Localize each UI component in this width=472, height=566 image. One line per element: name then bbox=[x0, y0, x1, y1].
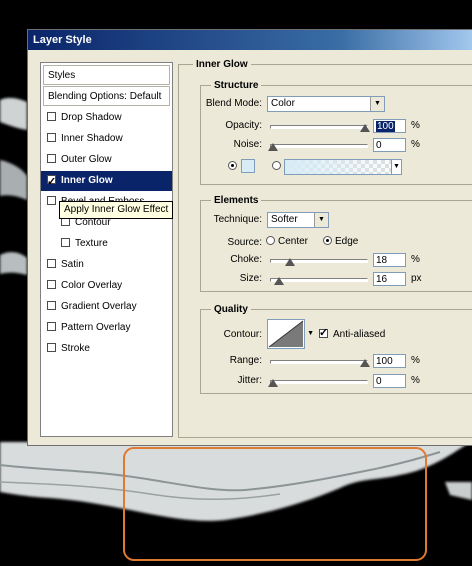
style-item-drop-shadow[interactable]: Drop Shadow bbox=[41, 108, 172, 128]
size-unit: px bbox=[411, 273, 422, 284]
pattern-overlay-checkbox[interactable] bbox=[47, 322, 56, 331]
style-item-inner-shadow[interactable]: Inner Shadow bbox=[41, 129, 172, 149]
elements-legend: Elements bbox=[211, 195, 262, 206]
technique-value: Softer bbox=[271, 214, 298, 225]
gradient-overlay-checkbox[interactable] bbox=[47, 301, 56, 310]
source-edge-option[interactable]: Edge bbox=[323, 236, 358, 247]
range-slider-thumb[interactable] bbox=[360, 359, 370, 367]
chevron-down-icon: ▼ bbox=[314, 213, 328, 227]
source-label: Source: bbox=[227, 237, 262, 248]
style-item-texture[interactable]: Texture bbox=[41, 234, 172, 254]
opacity-slider[interactable] bbox=[270, 125, 368, 129]
chevron-down-icon: ▼ bbox=[307, 330, 314, 337]
styles-header[interactable]: Styles bbox=[43, 65, 170, 85]
antialiased-option[interactable]: Anti-aliased bbox=[319, 326, 386, 340]
opacity-label: Opacity: bbox=[225, 120, 262, 131]
stroke-checkbox[interactable] bbox=[47, 343, 56, 352]
noise-label: Noise: bbox=[233, 139, 262, 150]
blend-mode-label: Blend Mode: bbox=[205, 98, 262, 109]
jitter-label: Jitter: bbox=[237, 375, 262, 386]
size-slider-thumb[interactable] bbox=[273, 277, 284, 285]
blending-options-item[interactable]: Blending Options: Default bbox=[43, 86, 170, 106]
choke-slider-thumb[interactable] bbox=[284, 258, 295, 266]
range-slider[interactable] bbox=[270, 360, 368, 364]
style-item-label: Color Overlay bbox=[61, 280, 123, 291]
technique-label: Technique: bbox=[213, 214, 262, 225]
contour-curve-icon bbox=[268, 320, 304, 348]
jitter-slider-thumb[interactable] bbox=[268, 379, 278, 387]
blend-mode-select[interactable]: Color ▼ bbox=[267, 96, 385, 112]
structure-legend: Structure bbox=[211, 80, 262, 91]
dialog-title: Layer Style bbox=[28, 30, 472, 50]
style-item-label: Satin bbox=[61, 259, 84, 270]
choke-label: Choke: bbox=[230, 254, 262, 265]
size-input[interactable]: 16 bbox=[373, 272, 406, 286]
style-item-outer-glow[interactable]: Outer Glow bbox=[41, 150, 172, 170]
texture-checkbox[interactable] bbox=[61, 238, 70, 247]
noise-slider[interactable] bbox=[270, 144, 368, 148]
noise-unit: % bbox=[411, 139, 420, 150]
layer-style-dialog: Layer Style Styles Blending Options: Def… bbox=[27, 29, 472, 446]
opacity-unit: % bbox=[411, 120, 420, 131]
glow-gradient-picker[interactable]: ▼ bbox=[284, 159, 402, 175]
solid-color-radio[interactable] bbox=[228, 161, 237, 170]
style-item-label: Inner Glow bbox=[61, 175, 113, 186]
style-item-stroke[interactable]: Stroke bbox=[41, 339, 172, 359]
range-label: Range: bbox=[229, 355, 262, 366]
style-item-label: Texture bbox=[75, 238, 108, 249]
style-item-satin[interactable]: Satin bbox=[41, 255, 172, 275]
styles-list: Styles Blending Options: Default Drop Sh… bbox=[40, 62, 173, 437]
choke-unit: % bbox=[411, 254, 420, 265]
style-item-label: Inner Shadow bbox=[61, 133, 123, 144]
blend-mode-value: Color bbox=[271, 98, 295, 109]
inner-glow-checkbox[interactable] bbox=[47, 172, 56, 192]
tooltip: Apply Inner Glow Effect bbox=[59, 201, 174, 219]
inner-shadow-checkbox[interactable] bbox=[47, 133, 56, 142]
noise-input[interactable]: 0 bbox=[373, 138, 406, 152]
size-label: Size: bbox=[239, 273, 262, 284]
satin-checkbox[interactable] bbox=[47, 259, 56, 268]
gradient-radio[interactable] bbox=[272, 161, 281, 170]
antialiased-label: Anti-aliased bbox=[333, 329, 386, 340]
choke-input[interactable]: 18 bbox=[373, 253, 406, 267]
bevel-emboss-checkbox[interactable] bbox=[47, 196, 56, 205]
jitter-slider[interactable] bbox=[270, 380, 368, 384]
range-input[interactable]: 100 bbox=[373, 354, 406, 368]
contour-picker[interactable]: ▼ bbox=[267, 319, 314, 349]
inner-glow-title: Inner Glow bbox=[193, 59, 251, 70]
noise-slider-thumb[interactable] bbox=[268, 143, 278, 151]
technique-select[interactable]: Softer ▼ bbox=[267, 212, 329, 228]
color-overlay-checkbox[interactable] bbox=[47, 280, 56, 289]
style-item-label: Drop Shadow bbox=[61, 112, 122, 123]
drop-shadow-checkbox[interactable] bbox=[47, 112, 56, 121]
style-item-gradient-overlay[interactable]: Gradient Overlay bbox=[41, 297, 172, 317]
style-item-inner-glow[interactable]: Inner Glow bbox=[41, 171, 172, 192]
jitter-input[interactable]: 0 bbox=[373, 374, 406, 388]
glow-color-swatch[interactable] bbox=[241, 159, 255, 173]
size-slider[interactable] bbox=[270, 278, 368, 282]
antialiased-checkbox[interactable] bbox=[319, 326, 328, 339]
opacity-slider-thumb[interactable] bbox=[360, 124, 370, 132]
chevron-down-icon: ▼ bbox=[391, 159, 402, 175]
opacity-input[interactable]: 100 bbox=[373, 119, 406, 133]
outer-glow-checkbox[interactable] bbox=[47, 154, 56, 163]
source-center-label: Center bbox=[278, 236, 309, 247]
chevron-down-icon: ▼ bbox=[370, 97, 384, 111]
range-unit: % bbox=[411, 355, 420, 366]
style-item-label: Gradient Overlay bbox=[61, 301, 137, 312]
source-edge-radio[interactable] bbox=[323, 236, 332, 245]
jitter-unit: % bbox=[411, 375, 420, 386]
style-item-color-overlay[interactable]: Color Overlay bbox=[41, 276, 172, 296]
style-item-label: Stroke bbox=[61, 343, 90, 354]
source-center-option[interactable]: Center bbox=[266, 236, 308, 247]
contour-label: Contour: bbox=[223, 329, 262, 340]
style-item-label: Outer Glow bbox=[61, 154, 112, 165]
source-edge-label: Edge bbox=[335, 236, 359, 247]
style-item-label: Pattern Overlay bbox=[61, 322, 131, 333]
style-item-pattern-overlay[interactable]: Pattern Overlay bbox=[41, 318, 172, 338]
quality-legend: Quality bbox=[211, 304, 251, 315]
source-center-radio[interactable] bbox=[266, 236, 275, 245]
